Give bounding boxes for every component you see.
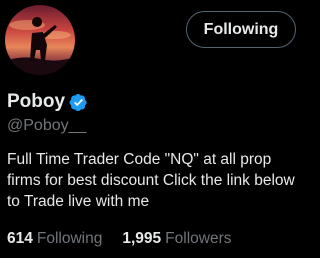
followers-stat-link[interactable]: 1,995 Followers: [122, 229, 231, 249]
following-label: Following: [36, 230, 103, 247]
followers-label: Followers: [165, 230, 232, 247]
profile-bio: Full Time Trader Code "NQ" at all prop f…: [7, 151, 295, 210]
followers-count: 1,995: [122, 230, 162, 247]
profile-name-row: Poboy: [7, 90, 88, 114]
profile-handle: @Poboy__: [7, 117, 87, 134]
avatar[interactable]: [5, 5, 75, 75]
following-stat-link[interactable]: 614 Following: [7, 229, 102, 249]
follow-stats: 614 Following 1,995 Followers: [7, 229, 231, 249]
following-button[interactable]: Following: [186, 11, 296, 48]
verified-badge-icon[interactable]: [69, 93, 88, 112]
avatar-image: [5, 5, 75, 75]
display-name: Poboy: [7, 91, 66, 112]
following-count: 614: [7, 230, 33, 247]
